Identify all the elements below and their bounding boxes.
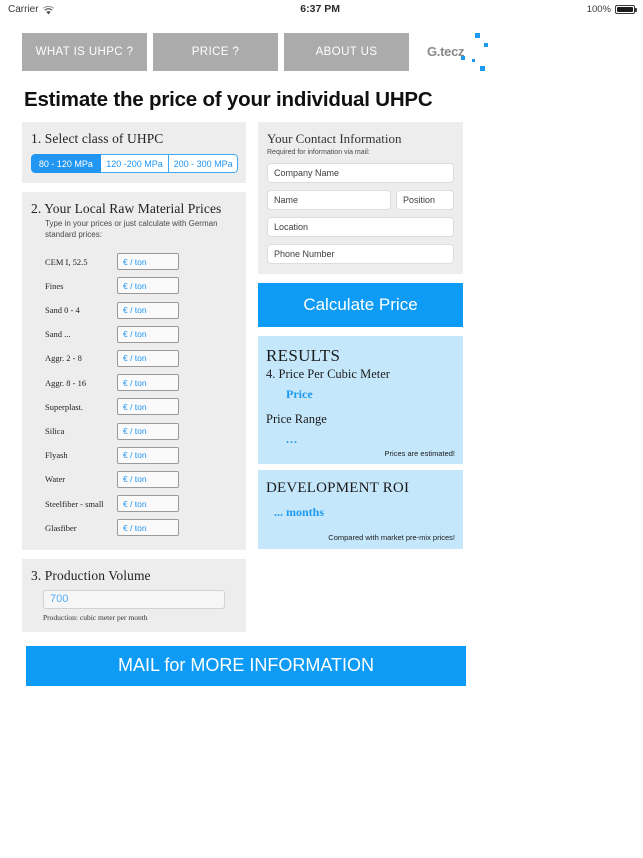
gtecz-logo[interactable]: G.tecz [427,30,497,74]
segment-120-200-mpa[interactable]: 120 -200 MPa [100,154,170,173]
left-column: 1. Select class of UHPC 80 - 120 MPa 120… [22,122,246,632]
price-range-label: Price Range [266,412,327,426]
page-title: Estimate the price of your individual UH… [24,88,433,111]
top-navigation: WHAT IS UHPC ? PRICE ? ABOUT US G.tecz [0,18,643,74]
material-price-input[interactable]: € / ton [117,374,179,392]
segment-200-300-mpa[interactable]: 200 - 300 MPa [169,154,238,173]
material-row: Aggr. 2 - 8 € / ton [31,346,237,370]
ios-status-bar: Carrier 6:37 PM 100% [0,0,643,18]
development-roi-panel: DEVELOPMENT ROI ... months Compared with… [258,470,463,549]
right-column: Your Contact Information Required for in… [258,122,463,549]
status-bar-right: 100% [586,3,637,15]
nav-button-what-is-uhpc[interactable]: WHAT IS UHPC ? [22,33,147,71]
material-price-input[interactable]: € / ton [117,398,179,416]
name-position-row: Name Position [267,183,454,210]
prices-estimated-note: Prices are estimated! [384,449,455,458]
material-price-input[interactable]: € / ton [117,519,179,537]
material-price-input[interactable]: € / ton [117,470,179,488]
section-title-raw-materials: 2. Your Local Raw Material Prices [31,201,222,216]
panel-contact-information: Your Contact Information Required for in… [258,122,463,274]
material-price-input[interactable]: € / ton [117,277,179,295]
material-label: Sand 0 - 4 [45,305,80,316]
material-label: CEM I, 52.5 [45,256,88,267]
material-price-input[interactable]: € / ton [117,349,179,367]
material-price-input[interactable]: € / ton [117,446,179,464]
production-volume-input[interactable]: 700 [43,589,225,609]
results-subtitle: 4. Price Per Cubic Meter [266,367,390,381]
section-title-production-volume: 3. Production Volume [31,567,151,583]
roi-value: ... months [274,505,325,519]
material-price-input[interactable]: € / ton [117,301,179,319]
production-volume-note: Production: cubic meter per month [43,612,148,622]
mail-for-more-information-button[interactable]: MAIL for MORE INFORMATION [26,645,466,686]
material-row: Sand ... € / ton [31,322,237,346]
material-price-input[interactable]: € / ton [117,325,179,343]
battery-icon [615,4,637,14]
material-row: Steelfiber - small € / ton [31,491,237,515]
location-input[interactable]: Location [267,217,454,237]
logo-dot-icon [480,66,485,71]
material-label: Flyash [45,450,68,461]
material-price-input[interactable]: € / ton [117,253,179,271]
material-price-list: CEM I, 52.5 € / ton Fines € / ton Sand 0… [31,250,237,540]
roi-note: Compared with market pre-mix prices! [328,533,455,542]
section-title-select-class: 1. Select class of UHPC [31,131,164,146]
material-label: Glasfiber [45,522,77,533]
material-row: Flyash € / ton [31,443,237,467]
material-label: Superplast. [45,401,84,412]
logo-dot-icon [484,43,488,47]
material-label: Sand ... [45,329,71,340]
material-label: Fines [45,280,64,291]
material-row: Glasfiber € / ton [31,516,237,540]
battery-percent-label: 100% [586,3,611,15]
material-label: Aggr. 2 - 8 [45,353,82,364]
position-input[interactable]: Position [396,190,454,210]
price-value: Price [286,387,313,401]
material-row: Superplast. € / ton [31,395,237,419]
phone-number-input[interactable]: Phone Number [267,244,454,264]
material-row: Fines € / ton [31,274,237,298]
results-panel: RESULTS 4. Price Per Cubic Meter Price P… [258,336,463,464]
logo-dot-icon [475,33,480,38]
logo-text: G.tecz [427,44,465,59]
contact-subtitle: Required for information via mail: [267,149,370,156]
segment-80-120-mpa[interactable]: 80 - 120 MPa [31,154,101,173]
results-title: RESULTS [266,346,341,365]
company-name-input[interactable]: Company Name [267,163,454,183]
material-row: Sand 0 - 4 € / ton [31,298,237,322]
carrier-label: Carrier [8,3,39,15]
logo-dot-icon [461,56,465,60]
material-row: Aggr. 8 - 16 € / ton [31,371,237,395]
roi-title: DEVELOPMENT ROI [266,480,410,496]
nav-button-price[interactable]: PRICE ? [153,33,278,71]
section-subtitle-raw-materials: Type in your prices or just calculate wi… [45,219,218,239]
material-row: Water € / ton [31,467,237,491]
panel-production-volume: 3. Production Volume 700 Production: cub… [22,558,246,632]
panel-select-class: 1. Select class of UHPC 80 - 120 MPa 120… [22,122,246,183]
contact-title: Your Contact Information [267,131,402,146]
status-bar-left: Carrier [8,4,54,15]
nav-button-about-us[interactable]: ABOUT US [284,33,409,71]
logo-dot-icon [472,59,475,62]
material-label: Steelfiber - small [45,498,104,509]
panel-raw-material-prices: 2. Your Local Raw Material Prices Type i… [22,192,246,550]
material-price-input[interactable]: € / ton [117,422,179,440]
material-label: Water [45,474,66,485]
clock: 6:37 PM [300,3,340,15]
wifi-icon [42,5,54,15]
material-row: Silica € / ton [31,419,237,443]
material-label: Silica [45,426,65,436]
uhpc-class-segmented-control[interactable]: 80 - 120 MPa 120 -200 MPa 200 - 300 MPa [31,154,238,173]
material-label: Aggr. 8 - 16 [45,377,87,388]
calculate-price-button[interactable]: Calculate Price [258,283,463,327]
main-content: 1. Select class of UHPC 80 - 120 MPa 120… [0,122,643,632]
material-row: CEM I, 52.5 € / ton [31,250,237,274]
name-input[interactable]: Name [267,190,391,210]
price-range-value: ... [286,432,298,446]
material-price-input[interactable]: € / ton [117,495,179,513]
